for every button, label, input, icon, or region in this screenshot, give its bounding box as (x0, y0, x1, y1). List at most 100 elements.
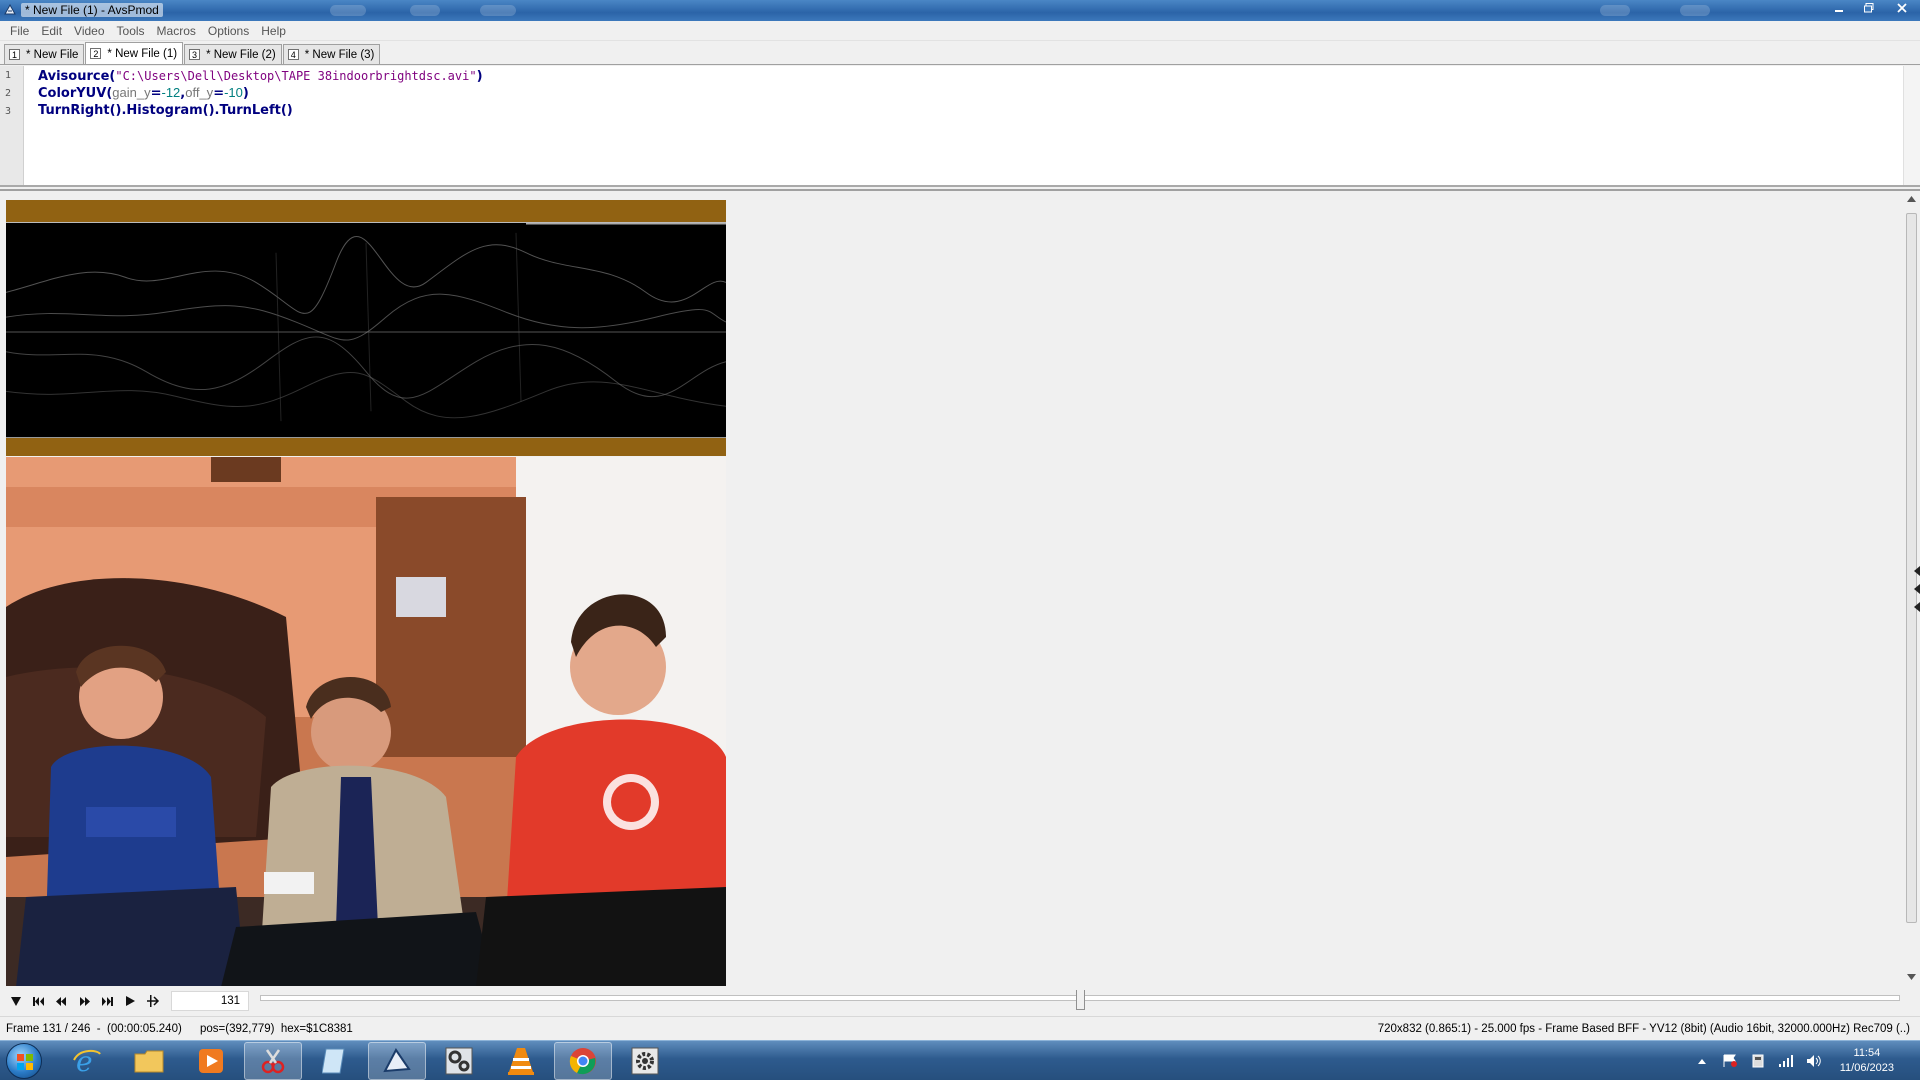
goto-frame-button[interactable] (142, 990, 165, 1012)
title-bar-decoration (410, 5, 440, 16)
taskbar-notepad[interactable] (306, 1042, 364, 1080)
code-line-3[interactable]: TurnRight().Histogram().TurnLeft() (38, 101, 483, 118)
code-function-chain: TurnRight().Histogram().TurnLeft() (38, 103, 293, 118)
menu-edit[interactable]: Edit (35, 21, 68, 41)
menu-file[interactable]: File (4, 21, 35, 41)
histogram-waveform (6, 222, 726, 438)
settings-app-icon (445, 1047, 473, 1075)
tab-number: 1 (9, 49, 20, 60)
code-number: -10 (224, 85, 243, 100)
skip-to-end-icon (102, 996, 113, 1006)
title-bar-decoration (1600, 5, 1630, 16)
tab-new-file-2[interactable]: 3 * New File (2) (184, 44, 282, 64)
taskbar-media-player[interactable] (182, 1042, 240, 1080)
code-paren: ) (476, 69, 483, 84)
line-number-gutter: 1 2 3 (0, 66, 24, 185)
code-argument: off_y (185, 85, 214, 100)
window-title: * New File (1) - AvsPmod (21, 3, 163, 17)
tab-label: * New File (3) (304, 48, 375, 61)
code-function: ColorYUV (38, 86, 107, 101)
menu-video[interactable]: Video (68, 21, 110, 41)
show-hidden-icons-icon[interactable] (1694, 1054, 1710, 1068)
menu-help[interactable]: Help (255, 21, 292, 41)
title-bar-decoration (480, 5, 516, 16)
title-bar-decoration (1680, 5, 1710, 16)
taskbar-clock[interactable]: 11:54 11/06/2023 (1840, 1046, 1894, 1076)
window-controls (1824, 0, 1920, 18)
scroll-down-arrow-icon[interactable] (1907, 974, 1916, 980)
menu-bar: File Edit Video Tools Macros Options Hel… (0, 21, 1920, 41)
step-forward-icon (80, 996, 90, 1006)
maximize-icon (1864, 3, 1874, 13)
code-line-1[interactable]: Avisource("C:\Users\Dell\Desktop\TAPE 38… (38, 67, 483, 84)
title-bar-decoration (330, 5, 366, 16)
taskbar-settings-app[interactable] (430, 1042, 488, 1080)
video-frame (6, 457, 726, 987)
tab-number: 4 (287, 49, 299, 60)
tab-new-file-3[interactable]: 4 * New File (3) (282, 44, 381, 64)
status-bar: Frame 131 / 246 - (00:00:05.240) pos=(39… (0, 1016, 1920, 1040)
clock-time: 11:54 (1853, 1047, 1881, 1059)
taskbar-chrome[interactable] (554, 1042, 612, 1080)
taskbar-gear-app[interactable] (616, 1042, 674, 1080)
playback-bar: 131 (0, 986, 1920, 1016)
line-number: 3 (5, 106, 12, 117)
status-pixel-info: pos=(392,779) hex=$1C8381 (200, 1023, 353, 1035)
windows-logo-icon (17, 1054, 33, 1070)
code-operator: = (213, 86, 225, 101)
frame-number-input[interactable]: 131 (171, 991, 249, 1011)
menu-options[interactable]: Options (202, 21, 255, 41)
tab-label: * New File (2) (206, 48, 276, 61)
previous-frame-button[interactable] (50, 990, 73, 1012)
script-editor[interactable]: 1 2 3 Avisource("C:\Users\Dell\Desktop\T… (0, 66, 1920, 187)
volume-icon[interactable] (1806, 1054, 1822, 1068)
title-bar: * New File (1) - AvsPmod (0, 0, 1920, 21)
code-argument: gain_y (112, 85, 151, 100)
tab-number: 2 (90, 48, 102, 59)
tab-label: * New File (1) (107, 47, 178, 60)
action-center-flag-icon[interactable] (1722, 1054, 1738, 1068)
start-button[interactable] (6, 1043, 42, 1079)
code-paren: ) (242, 86, 249, 101)
tab-bar: 1 * New File 2 * New File (1) 3 * New Fi… (0, 42, 1920, 65)
toggle-preview-button[interactable] (4, 990, 27, 1012)
chrome-icon (569, 1048, 596, 1075)
scroll-up-arrow-icon[interactable] (1907, 196, 1916, 202)
side-panel-toggle-icon[interactable] (1912, 566, 1920, 614)
code-line-2[interactable]: ColorYUV(gain_y=-12,off_y=-10) (38, 84, 483, 101)
code-area[interactable]: Avisource("C:\Users\Dell\Desktop\TAPE 38… (38, 67, 483, 118)
first-frame-button[interactable] (27, 990, 50, 1012)
triangle-down-icon (10, 996, 21, 1006)
step-back-icon (56, 996, 66, 1006)
last-frame-button[interactable] (96, 990, 119, 1012)
vlc-icon (508, 1048, 534, 1075)
notepad-icon (322, 1048, 345, 1074)
taskbar-avspmod[interactable] (368, 1042, 426, 1080)
tab-number: 3 (189, 49, 201, 60)
taskbar-file-explorer[interactable] (120, 1042, 178, 1080)
code-string: "C:\Users\Dell\Desktop\TAPE 38indoorbrig… (115, 69, 477, 83)
close-button[interactable] (1884, 0, 1920, 18)
code-operator: = (150, 86, 162, 101)
minimize-button[interactable] (1824, 0, 1854, 18)
taskbar-vlc[interactable] (492, 1042, 550, 1080)
editor-scrollbar[interactable] (1903, 66, 1920, 185)
clock-date: 11/06/2023 (1839, 1062, 1894, 1074)
next-frame-button[interactable] (73, 990, 96, 1012)
system-tray: 11:54 11/06/2023 (1688, 1041, 1912, 1080)
tab-new-file-1[interactable]: 2 * New File (1) (85, 42, 184, 64)
timeline-slider-thumb[interactable] (1075, 990, 1085, 1010)
code-number: -12 (161, 85, 181, 100)
network-signal-icon[interactable] (1778, 1054, 1794, 1068)
line-number: 2 (5, 88, 12, 99)
play-button[interactable] (119, 990, 142, 1012)
status-frame-info: Frame 131 / 246 - (00:00:05.240) (6, 1023, 182, 1035)
menu-macros[interactable]: Macros (151, 21, 202, 41)
safely-remove-hardware-icon[interactable] (1750, 1054, 1766, 1068)
menu-tools[interactable]: Tools (111, 21, 151, 41)
taskbar-snipping-tool[interactable] (244, 1042, 302, 1080)
maximize-button[interactable] (1854, 0, 1884, 18)
taskbar-internet-explorer[interactable]: e (58, 1042, 116, 1080)
minimize-icon (1835, 10, 1843, 12)
tab-new-file[interactable]: 1 * New File (4, 44, 85, 64)
